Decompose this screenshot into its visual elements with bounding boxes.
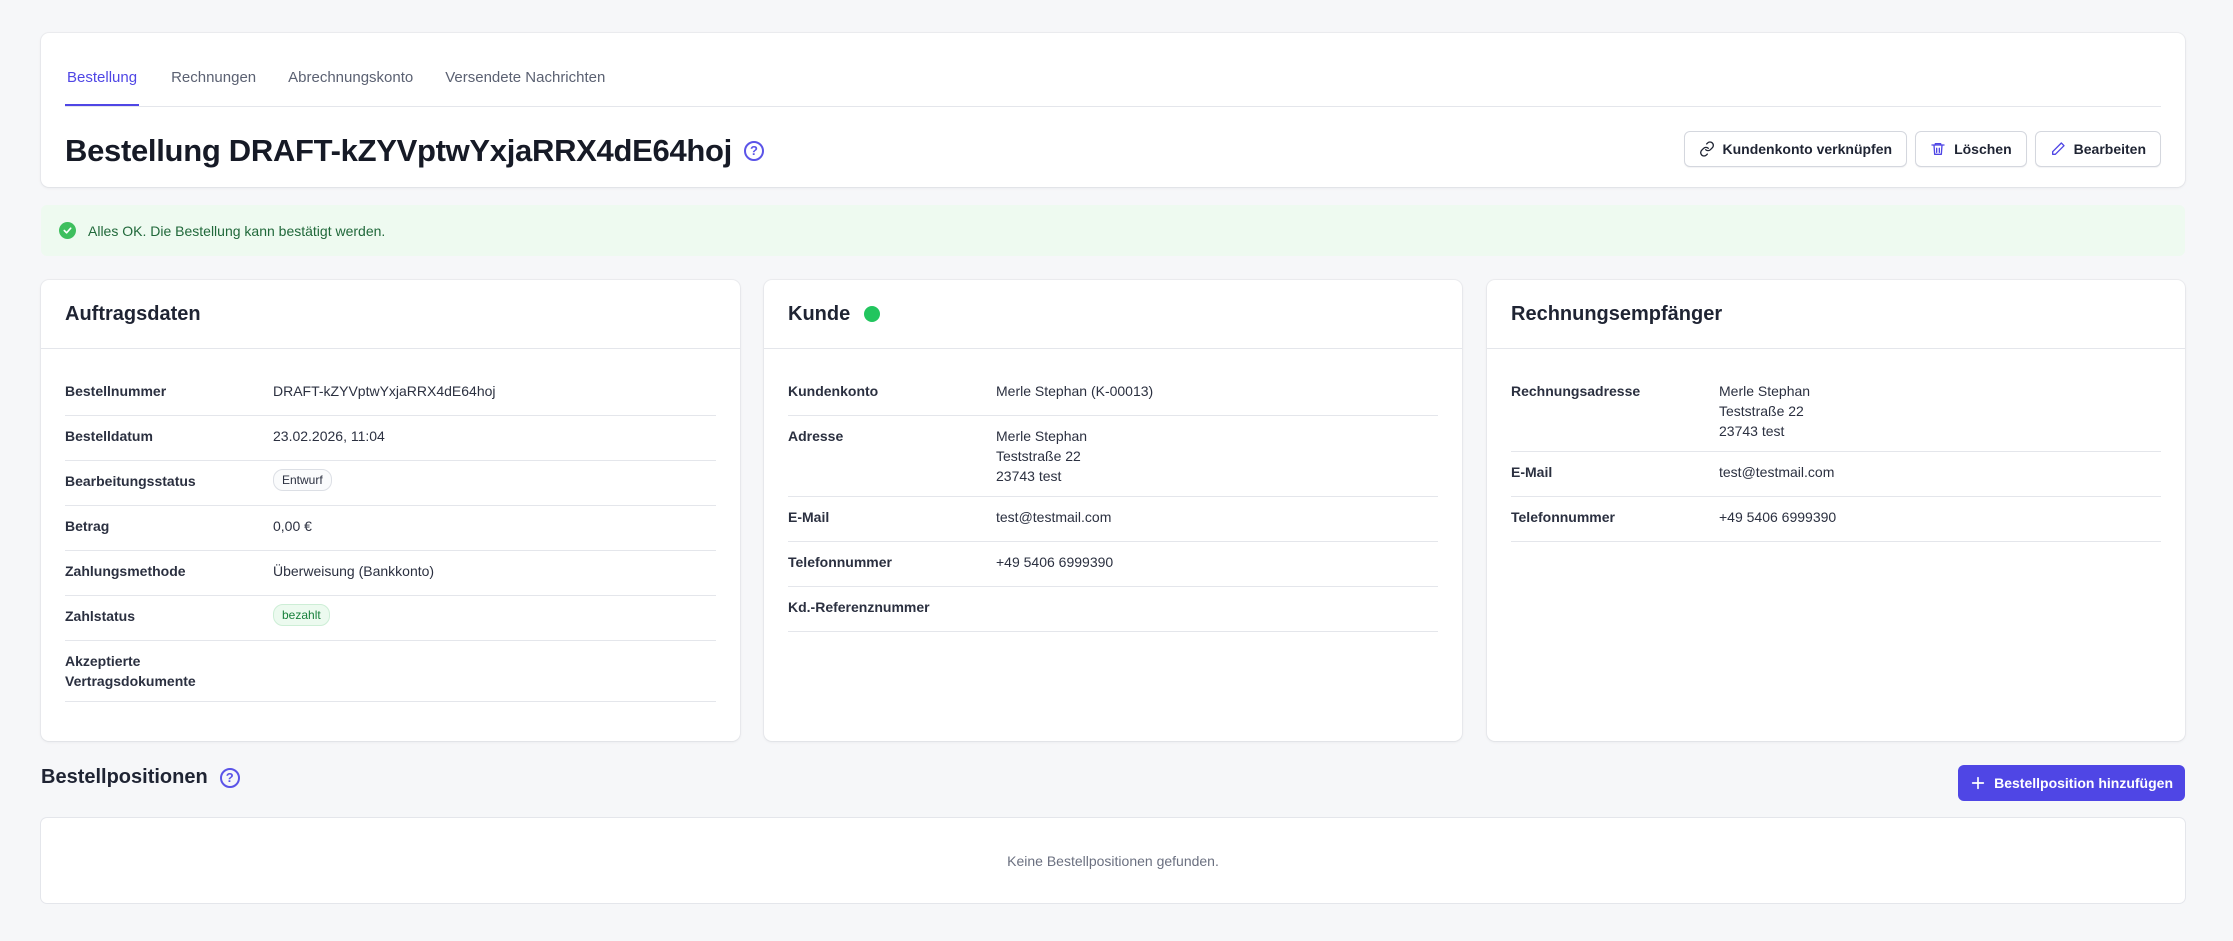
detail-label: Kd.-Referenznummer — [788, 599, 930, 615]
success-alert: Alles OK. Die Bestellung kann bestätigt … — [41, 205, 2185, 256]
delete-label: Löschen — [1954, 141, 2012, 157]
detail-label: Rechnungsadresse — [1511, 383, 1641, 399]
detail-label: Betrag — [65, 518, 110, 534]
check-circle-icon — [59, 222, 76, 239]
detail-label: Zahlungsmethode — [65, 563, 186, 579]
detail-row-customer-reference: Kd.-Referenznummer — [788, 587, 1438, 632]
detail-value: test@testmail.com — [1719, 464, 1835, 480]
detail-label: E-Mail — [788, 509, 830, 525]
alert-text: Alles OK. Die Bestellung kann bestätigt … — [88, 222, 386, 239]
order-details-list: Bestellnummer DRAFT-kZYVptwYxjaRRX4dE64h… — [41, 349, 740, 702]
empty-state-text: Keine Bestellpositionen gefunden. — [1007, 852, 1219, 869]
detail-value: +49 5406 6999390 — [996, 554, 1114, 570]
detail-value: Überweisung (Bankkonto) — [273, 563, 435, 579]
billing-recipient-card: Rechnungsempfänger Rechnungsadresse Merl… — [1487, 280, 2185, 741]
help-icon[interactable]: ? — [743, 141, 764, 161]
detail-value: Merle Stephan (K-00013) — [996, 383, 1154, 399]
tab-bar: Bestellung Rechnungen Abrechnungskonto V… — [65, 33, 2161, 107]
detail-row-order-number: Bestellnummer DRAFT-kZYVptwYxjaRRX4dE64h… — [65, 371, 716, 416]
detail-label: Akzeptierte Vertragsdokumente — [65, 653, 196, 689]
address-line: Merle Stephan — [1719, 383, 1811, 399]
detail-label: Bestelldatum — [65, 428, 153, 444]
edit-label: Bearbeiten — [2073, 141, 2146, 157]
address-line: Merle Stephan — [996, 428, 1088, 444]
detail-row-email: E-Mail test@testmail.com — [788, 497, 1438, 542]
detail-row-address: Adresse Merle Stephan Teststraße 22 2374… — [788, 416, 1438, 497]
help-icon[interactable]: ? — [219, 767, 240, 788]
detail-row-payment-method: Zahlungsmethode Überweisung (Bankkonto) — [65, 551, 716, 596]
detail-label: Bearbeitungsstatus — [65, 473, 196, 489]
edit-button[interactable]: Bearbeiten — [2034, 131, 2161, 167]
detail-label: Adresse — [788, 428, 844, 444]
customer-title: Kunde — [788, 302, 851, 325]
tab-rechnungen[interactable]: Rechnungen — [171, 69, 256, 106]
link-customer-account-label: Kundenkonto verknüpfen — [1722, 141, 1893, 157]
detail-value: test@testmail.com — [996, 509, 1112, 525]
detail-row-order-date: Bestelldatum 23.02.2026, 11:04 — [65, 416, 716, 461]
add-position-label: Bestellposition hinzufügen — [1994, 775, 2173, 791]
address-line: Teststraße 22 — [996, 448, 1081, 464]
address-value: Merle Stephan Teststraße 22 23743 test — [996, 426, 1438, 486]
detail-row-billing-phone: Telefonnummer +49 5406 6999390 — [1511, 497, 2161, 542]
order-details-header: Auftragsdaten — [41, 280, 740, 349]
detail-row-payment-status: Zahlstatus bezahlt — [65, 596, 716, 641]
tab-bestellung[interactable]: Bestellung — [65, 69, 140, 106]
detail-value: +49 5406 6999390 — [1719, 509, 1837, 525]
customer-header: Kunde — [764, 280, 1462, 349]
order-details-card: Auftragsdaten Bestellnummer DRAFT-kZYVpt… — [41, 280, 740, 741]
pencil-icon — [2051, 142, 2065, 155]
order-header-card: Bestellung Rechnungen Abrechnungskonto V… — [41, 33, 2185, 187]
detail-row-accepted-documents: Akzeptierte Vertragsdokumente — [65, 641, 716, 702]
address-line: Teststraße 22 — [1719, 403, 1804, 419]
detail-label: Telefonnummer — [1511, 509, 1615, 525]
detail-value: DRAFT-kZYVptwYxjaRRX4dE64hoj — [273, 383, 496, 399]
billing-recipient-title: Rechnungsempfänger — [1511, 302, 1723, 325]
status-badge: Entwurf — [273, 469, 332, 491]
positions-title-row: Bestellpositionen ? — [41, 766, 240, 789]
positions-title: Bestellpositionen — [41, 766, 208, 788]
detail-row-billing-email: E-Mail test@testmail.com — [1511, 452, 2161, 497]
detail-label: E-Mail — [1511, 464, 1553, 480]
customer-card: Kunde Kundenkonto Merle Stephan (K-00013… — [764, 280, 1462, 741]
detail-row-customer-account: Kundenkonto Merle Stephan (K-00013) — [788, 371, 1438, 416]
address-value: Merle Stephan Teststraße 22 23743 test — [1719, 381, 2161, 441]
tab-abrechnungskonto[interactable]: Abrechnungskonto — [288, 69, 413, 106]
order-details-title: Auftragsdaten — [65, 302, 201, 325]
customer-details-list: Kundenkonto Merle Stephan (K-00013) Adre… — [764, 349, 1462, 632]
link-customer-account-button[interactable]: Kundenkonto verknüpfen — [1683, 131, 1908, 167]
billing-recipient-header: Rechnungsempfänger — [1487, 280, 2185, 349]
link-icon — [1699, 141, 1714, 157]
page-title: Bestellung DRAFT-kZYVptwYxjaRRX4dE64hoj — [65, 133, 732, 168]
detail-label: Kundenkonto — [788, 383, 879, 399]
detail-label: Telefonnummer — [788, 554, 892, 570]
detail-value: 23.02.2026, 11:04 — [273, 428, 385, 444]
payment-status-badge: bezahlt — [273, 604, 330, 626]
add-position-button[interactable]: Bestellposition hinzufügen — [1958, 765, 2185, 801]
detail-label: Bestellnummer — [65, 383, 167, 399]
positions-empty-state: Keine Bestellpositionen gefunden. — [41, 818, 2185, 903]
customer-status-indicator — [864, 306, 881, 322]
header-actions: Kundenkonto verknüpfen Löschen Bearbeite… — [1683, 131, 2161, 167]
detail-value — [996, 597, 1438, 621]
page-title-row: Bestellung DRAFT-kZYVptwYxjaRRX4dE64hoj … — [65, 133, 764, 169]
detail-value: 0,00 € — [273, 518, 312, 534]
detail-row-phone: Telefonnummer +49 5406 6999390 — [788, 542, 1438, 587]
detail-row-processing-status: Bearbeitungsstatus Entwurf — [65, 461, 716, 506]
detail-row-amount: Betrag 0,00 € — [65, 506, 716, 551]
billing-details-list: Rechnungsadresse Merle Stephan Teststraß… — [1487, 349, 2185, 542]
detail-row-billing-address: Rechnungsadresse Merle Stephan Teststraß… — [1511, 371, 2161, 452]
detail-value — [215, 651, 716, 691]
plus-icon — [1971, 776, 1985, 790]
detail-label: Zahlstatus — [65, 608, 136, 624]
tab-versendete-nachrichten[interactable]: Versendete Nachrichten — [445, 69, 605, 106]
trash-icon — [1931, 143, 1945, 155]
delete-button[interactable]: Löschen — [1915, 131, 2027, 167]
address-line: 23743 test — [996, 468, 1062, 484]
address-line: 23743 test — [1719, 423, 1785, 439]
